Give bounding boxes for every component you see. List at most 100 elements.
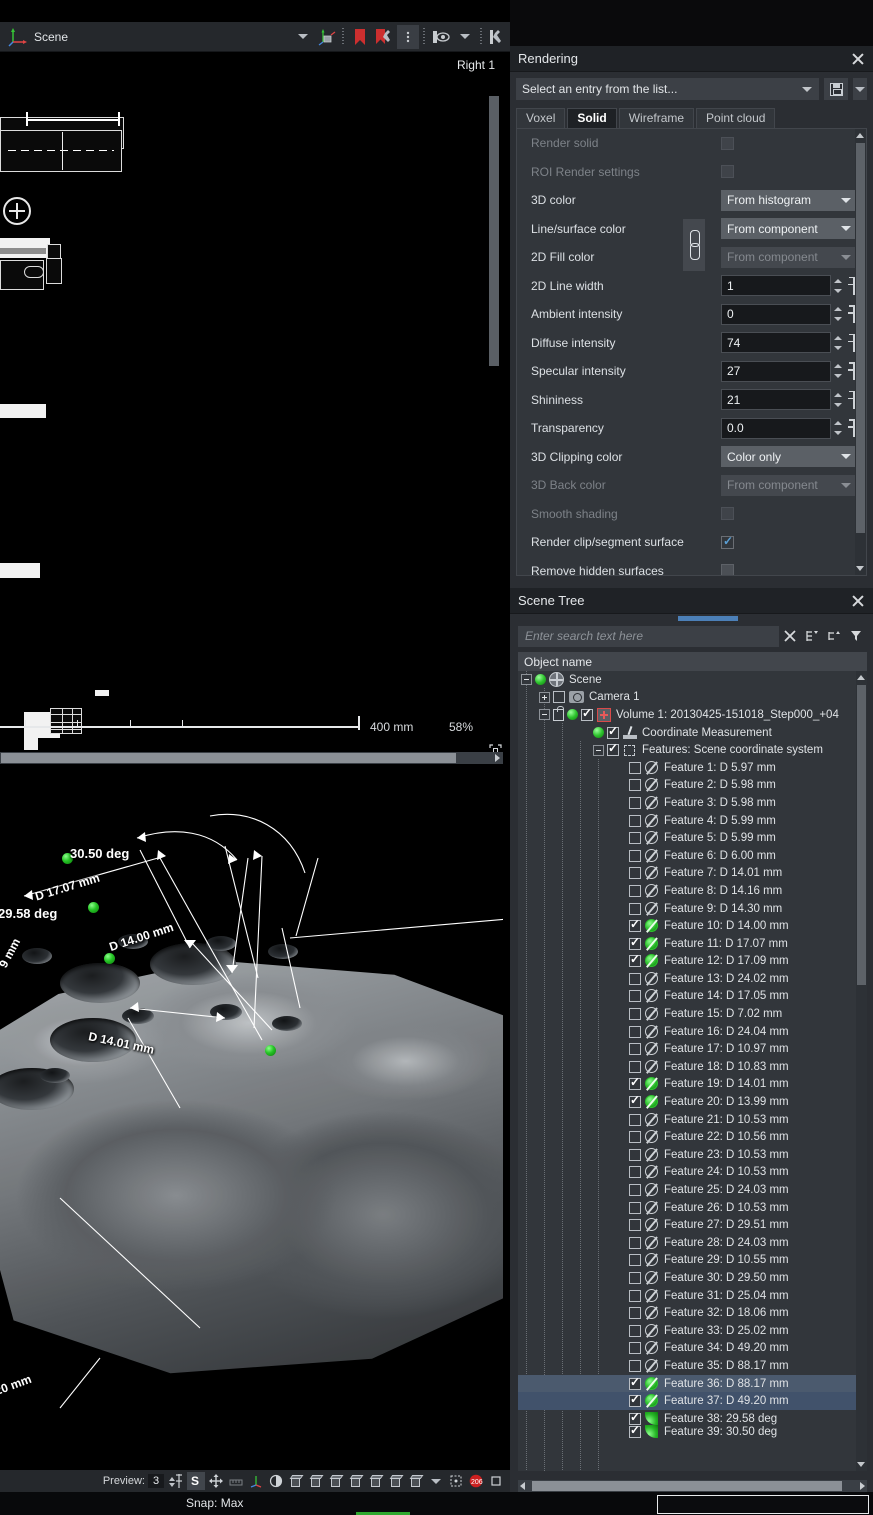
visibility-checkbox[interactable] <box>629 935 641 950</box>
visibility-checkbox[interactable] <box>629 814 641 827</box>
tree-node-volume-1[interactable]: Volume 1: 20130425-151018_Step000_+04 <box>518 705 867 724</box>
stepper-arrows-icon[interactable] <box>834 418 844 438</box>
tree-node-feature[interactable]: Feature 24: D 10.53 mm <box>518 1164 867 1182</box>
tree-node-feature[interactable]: Feature 34: D 49.20 mm <box>518 1340 867 1358</box>
view-dropdown-caret-icon[interactable] <box>427 1472 445 1490</box>
settings-sliders-icon[interactable] <box>487 25 509 49</box>
stepper-arrows-icon[interactable] <box>834 361 844 381</box>
preview-stepper-icon[interactable] <box>167 1472 185 1490</box>
tree-node-feature[interactable]: Feature 4: D 5.99 mm <box>518 812 867 830</box>
tree-node-feature[interactable]: Feature 5: D 5.99 mm <box>518 829 867 847</box>
panel-drag-handle[interactable] <box>678 616 738 621</box>
visibility-checkbox[interactable] <box>629 1148 641 1161</box>
3d-color-dropdown[interactable]: From histogram <box>721 189 857 211</box>
stop-recording-icon[interactable]: 206 <box>467 1472 485 1490</box>
scene-tree-horizontal-scrollbar[interactable] <box>518 1480 867 1492</box>
tree-node-feature[interactable]: Feature 9: D 14.30 mm <box>518 900 867 918</box>
expander-icon[interactable] <box>593 744 604 756</box>
pan-tool-icon[interactable] <box>207 1472 225 1490</box>
bookmark-icon[interactable] <box>349 25 371 49</box>
tree-node-camera-1[interactable]: Camera 1 <box>518 689 867 707</box>
visibility-checkbox[interactable] <box>629 1324 641 1337</box>
rendering-settings-scrollbar[interactable] <box>855 129 866 575</box>
slice-view-2d[interactable]: Right 1 400 mm 58% <box>0 52 503 752</box>
close-icon[interactable] <box>851 594 865 608</box>
tree-node-feature[interactable]: Feature 6: D 6.00 mm <box>518 847 867 865</box>
tree-node-feature[interactable]: Feature 25: D 24.03 mm <box>518 1181 867 1199</box>
status-input-field[interactable] <box>657 1495 869 1514</box>
expander-icon[interactable] <box>539 709 550 721</box>
view-cube-front-icon[interactable] <box>287 1472 305 1490</box>
view-cube-bottom-icon[interactable] <box>387 1472 405 1490</box>
axis-tool-icon[interactable] <box>247 1472 265 1490</box>
tree-node-feature[interactable]: Feature 30: D 29.50 mm <box>518 1269 867 1287</box>
tab-point-cloud[interactable]: Point cloud <box>696 108 776 128</box>
render-solid-checkbox[interactable] <box>721 136 734 150</box>
visibility-checkbox[interactable] <box>629 1060 641 1073</box>
tree-node-feature[interactable]: Feature 39: 30.50 deg <box>518 1423 867 1439</box>
tree-node-feature[interactable]: Feature 21: D 10.53 mm <box>518 1111 867 1129</box>
scrollbar-thumb[interactable] <box>1 753 456 763</box>
tree-node-feature[interactable]: Feature 38: 29.58 deg <box>518 1410 867 1428</box>
tree-node-feature[interactable]: Feature 1: D 5.97 mm <box>518 759 867 777</box>
tab-solid[interactable]: Solid <box>567 108 617 128</box>
specular-intensity-input[interactable]: 27 <box>721 360 831 382</box>
save-preset-button[interactable] <box>824 78 848 100</box>
tree-node-feature[interactable]: Feature 19: D 14.01 mm <box>518 1075 867 1094</box>
tree-node-features-group[interactable]: Features: Scene coordinate system <box>518 741 867 759</box>
tree-node-feature[interactable]: Feature 3: D 5.98 mm <box>518 794 867 812</box>
stepper-arrows-icon[interactable] <box>834 390 844 410</box>
tree-node-feature[interactable]: Feature 20: D 13.99 mm <box>518 1093 867 1111</box>
tree-node-feature[interactable]: Feature 11: D 17.07 mm <box>518 935 867 953</box>
visibility-checkbox[interactable] <box>629 1289 641 1302</box>
view-dropdown-caret-icon[interactable] <box>292 25 314 49</box>
coordinate-system-icon[interactable] <box>316 25 338 49</box>
visibility-checkbox[interactable] <box>629 849 641 862</box>
visibility-checkbox[interactable] <box>629 1184 641 1197</box>
visibility-checkbox[interactable] <box>553 691 565 704</box>
3d-clipping-color-dropdown[interactable]: Color only <box>721 446 857 468</box>
visibility-checkbox[interactable] <box>629 1342 641 1355</box>
visibility-dot-icon[interactable] <box>535 674 546 686</box>
roi-render-settings-checkbox[interactable] <box>721 165 734 179</box>
stepper-arrows-icon[interactable] <box>834 333 844 353</box>
scroll-up-icon[interactable] <box>857 675 865 680</box>
visibility-checkbox[interactable] <box>629 1043 641 1056</box>
clear-icon[interactable] <box>779 625 801 647</box>
remove-hidden-surfaces-checkbox[interactable] <box>721 564 734 575</box>
visibility-checkbox[interactable] <box>629 917 641 933</box>
visibility-checkbox[interactable] <box>629 952 641 968</box>
scroll-right-icon[interactable] <box>860 1482 865 1490</box>
visibility-checkbox[interactable] <box>629 1075 641 1091</box>
slice-view-horizontal-scrollbar[interactable] <box>0 752 503 764</box>
scroll-down-icon[interactable] <box>856 566 864 571</box>
tree-node-feature[interactable]: Feature 14: D 17.05 mm <box>518 988 867 1006</box>
visibility-checkbox[interactable] <box>629 1359 641 1372</box>
diffuse-intensity-input[interactable]: 74 <box>721 332 831 354</box>
tree-node-feature[interactable]: Feature 8: D 14.16 mm <box>518 882 867 900</box>
tree-node-feature[interactable]: Feature 18: D 10.83 mm <box>518 1058 867 1076</box>
tab-wireframe[interactable]: Wireframe <box>618 108 695 128</box>
save-preset-dropdown[interactable] <box>853 78 867 100</box>
visibility-checkbox[interactable] <box>629 867 641 880</box>
tree-node-feature[interactable]: Feature 36: D 88.17 mm <box>518 1375 867 1393</box>
visibility-checkbox[interactable] <box>629 1271 641 1284</box>
visibility-checkbox[interactable] <box>629 1307 641 1320</box>
scrollbar-thumb[interactable] <box>857 685 866 985</box>
visibility-checkbox[interactable] <box>629 990 641 1003</box>
collapse-all-icon[interactable] <box>823 625 845 647</box>
view-cube-iso-icon[interactable] <box>407 1472 425 1490</box>
smooth-shading-checkbox[interactable] <box>721 507 734 521</box>
tree-node-feature[interactable]: Feature 29: D 10.55 mm <box>518 1252 867 1270</box>
filter-icon[interactable] <box>845 625 867 647</box>
tree-node-scene[interactable]: Scene <box>518 671 867 689</box>
stepper-arrows-icon[interactable] <box>834 276 844 296</box>
tree-node-feature[interactable]: Feature 2: D 5.98 mm <box>518 777 867 795</box>
tree-node-feature[interactable]: Feature 27: D 29.51 mm <box>518 1216 867 1234</box>
clipping-sphere-icon[interactable] <box>267 1472 285 1490</box>
lock-icon[interactable] <box>553 705 564 721</box>
stepper-arrows-icon[interactable] <box>834 304 844 324</box>
transparency-input[interactable]: 0.0 <box>721 417 831 439</box>
tree-node-feature[interactable]: Feature 22: D 10.56 mm <box>518 1128 867 1146</box>
tree-node-feature[interactable]: Feature 7: D 14.01 mm <box>518 865 867 883</box>
